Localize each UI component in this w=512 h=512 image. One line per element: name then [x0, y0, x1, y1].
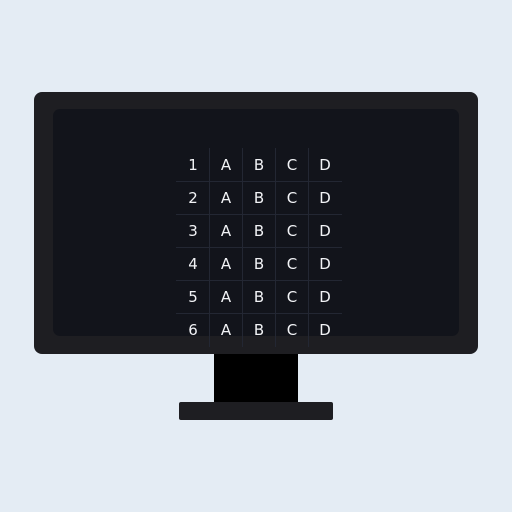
option-d[interactable]: D	[308, 148, 342, 182]
question-number: 4	[176, 247, 210, 281]
question-number: 5	[176, 280, 210, 314]
question-row: 5 A B C D	[176, 280, 342, 314]
option-c[interactable]: C	[275, 313, 309, 347]
monitor-stand-base	[179, 402, 333, 420]
option-c[interactable]: C	[275, 148, 309, 182]
option-d[interactable]: D	[308, 313, 342, 347]
question-row: 4 A B C D	[176, 247, 342, 281]
option-a[interactable]: A	[209, 148, 243, 182]
monitor-stand-neck	[214, 354, 298, 402]
question-number: 2	[176, 181, 210, 215]
option-c[interactable]: C	[275, 280, 309, 314]
option-a[interactable]: A	[209, 247, 243, 281]
option-b[interactable]: B	[242, 280, 276, 314]
option-c[interactable]: C	[275, 247, 309, 281]
question-row: 6 A B C D	[176, 313, 342, 347]
option-b[interactable]: B	[242, 148, 276, 182]
option-b[interactable]: B	[242, 313, 276, 347]
question-number: 3	[176, 214, 210, 248]
option-c[interactable]: C	[275, 181, 309, 215]
question-number: 6	[176, 313, 210, 347]
question-number: 1	[176, 148, 210, 182]
option-a[interactable]: A	[209, 313, 243, 347]
option-d[interactable]: D	[308, 214, 342, 248]
question-row: 1 A B C D	[176, 148, 342, 182]
option-b[interactable]: B	[242, 181, 276, 215]
option-d[interactable]: D	[308, 247, 342, 281]
option-b[interactable]: B	[242, 247, 276, 281]
answer-grid: 1 A B C D 2 A B C D 3 A B C D 4 A B C D	[176, 148, 342, 347]
question-row: 3 A B C D	[176, 214, 342, 248]
option-b[interactable]: B	[242, 214, 276, 248]
option-a[interactable]: A	[209, 214, 243, 248]
option-a[interactable]: A	[209, 280, 243, 314]
option-d[interactable]: D	[308, 280, 342, 314]
question-row: 2 A B C D	[176, 181, 342, 215]
option-c[interactable]: C	[275, 214, 309, 248]
option-a[interactable]: A	[209, 181, 243, 215]
option-d[interactable]: D	[308, 181, 342, 215]
